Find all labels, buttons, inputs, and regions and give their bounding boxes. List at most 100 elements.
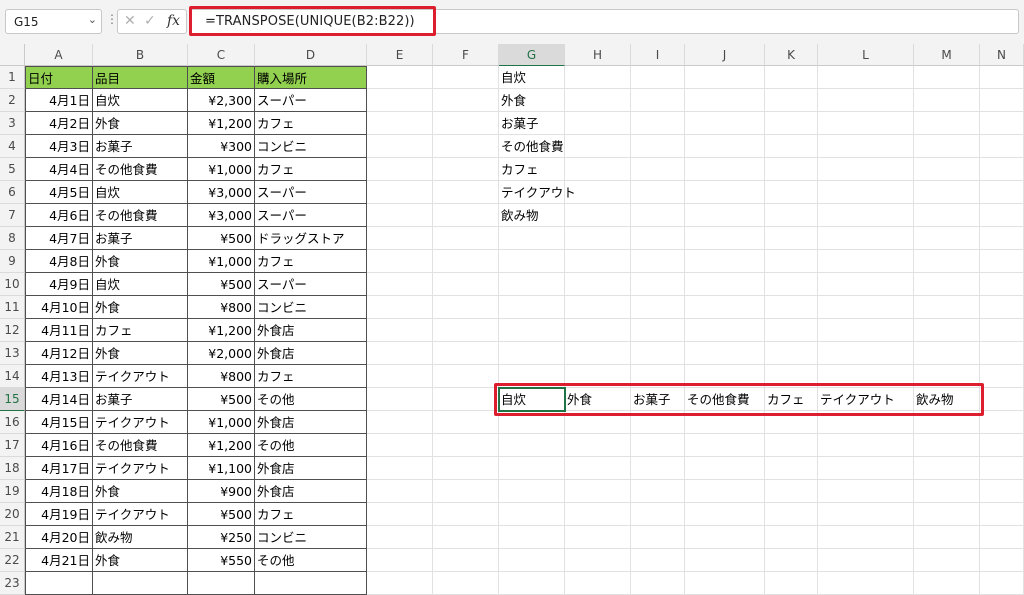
row-header-1[interactable]: 1: [0, 66, 25, 89]
row-header-17[interactable]: 17: [0, 434, 25, 457]
grid-cell[interactable]: [765, 158, 818, 181]
table-cell[interactable]: カフェ: [255, 365, 367, 388]
grid-cell[interactable]: [685, 411, 765, 434]
grid-cell[interactable]: [367, 204, 433, 227]
grid-cell[interactable]: [914, 457, 980, 480]
grid-cell[interactable]: [367, 66, 433, 89]
grid-cell[interactable]: [765, 250, 818, 273]
row-header-8[interactable]: 8: [0, 227, 25, 250]
table-cell[interactable]: コンビニ: [255, 135, 367, 158]
grid-cell[interactable]: [367, 457, 433, 480]
grid-cell[interactable]: [685, 434, 765, 457]
grid-cell[interactable]: [765, 89, 818, 112]
grid-cell[interactable]: [565, 319, 631, 342]
row-header-20[interactable]: 20: [0, 503, 25, 526]
grid-cell[interactable]: [367, 572, 433, 595]
grid-cell[interactable]: [433, 457, 499, 480]
column-header-e[interactable]: E: [367, 44, 433, 66]
grid-cell[interactable]: [565, 434, 631, 457]
table-cell[interactable]: ¥3,000: [188, 204, 255, 227]
insert-function-icon[interactable]: fx: [167, 13, 180, 29]
table-cell[interactable]: カフェ: [255, 503, 367, 526]
table-cell[interactable]: ¥2,000: [188, 342, 255, 365]
grid-cell[interactable]: [433, 365, 499, 388]
transposed-cell[interactable]: 外食: [565, 388, 631, 411]
grid-cell[interactable]: [765, 273, 818, 296]
table-cell[interactable]: お菓子: [93, 135, 188, 158]
grid-cell[interactable]: [367, 89, 433, 112]
transposed-cell[interactable]: 自炊: [499, 388, 565, 411]
row-header-23[interactable]: 23: [0, 572, 25, 595]
grid-cell[interactable]: [980, 365, 1024, 388]
grid-cell[interactable]: [980, 342, 1024, 365]
grid-cell[interactable]: [433, 480, 499, 503]
table-cell[interactable]: スーパー: [255, 89, 367, 112]
grid-cell[interactable]: [914, 250, 980, 273]
unique-list-cell[interactable]: カフェ: [499, 158, 565, 181]
grid-cell[interactable]: [685, 181, 765, 204]
row-header-2[interactable]: 2: [0, 89, 25, 112]
grid-cell[interactable]: [631, 411, 685, 434]
grid-cell[interactable]: [914, 503, 980, 526]
table-cell[interactable]: スーパー: [255, 181, 367, 204]
grid-cell[interactable]: [367, 319, 433, 342]
column-header-f[interactable]: F: [433, 44, 499, 66]
table-cell[interactable]: 4月15日: [25, 411, 93, 434]
grid-cell[interactable]: [631, 204, 685, 227]
grid-cell[interactable]: [367, 112, 433, 135]
row-header-4[interactable]: 4: [0, 135, 25, 158]
grid-cell[interactable]: [818, 480, 914, 503]
grid-cell[interactable]: [631, 296, 685, 319]
grid-cell[interactable]: [565, 296, 631, 319]
grid-cell[interactable]: [914, 296, 980, 319]
grid-cell[interactable]: [914, 66, 980, 89]
grid-cell[interactable]: [914, 526, 980, 549]
confirm-icon[interactable]: ✓: [144, 13, 156, 29]
grid-cell[interactable]: [631, 273, 685, 296]
grid-cell[interactable]: [367, 342, 433, 365]
grid-cell[interactable]: [433, 319, 499, 342]
table-cell[interactable]: ¥800: [188, 365, 255, 388]
column-header-d[interactable]: D: [255, 44, 367, 66]
grid-cell[interactable]: [685, 273, 765, 296]
table-cell[interactable]: テイクアウト: [93, 503, 188, 526]
row-header-15[interactable]: 15: [0, 388, 25, 411]
grid-cell[interactable]: [367, 227, 433, 250]
grid-cell[interactable]: [367, 250, 433, 273]
formula-input[interactable]: =TRANSPOSE(UNIQUE(B2:B22)): [190, 9, 1019, 34]
grid-cell[interactable]: [565, 112, 631, 135]
row-header-3[interactable]: 3: [0, 112, 25, 135]
grid-cell[interactable]: [433, 411, 499, 434]
table-cell[interactable]: その他食費: [93, 158, 188, 181]
table-cell[interactable]: 4月2日: [25, 112, 93, 135]
table-cell[interactable]: ¥1,200: [188, 319, 255, 342]
table-cell[interactable]: コンビニ: [255, 526, 367, 549]
grid-cell[interactable]: [631, 572, 685, 595]
grid-cell[interactable]: [765, 572, 818, 595]
table-cell[interactable]: お菓子: [93, 388, 188, 411]
grid-cell[interactable]: [818, 365, 914, 388]
grid-cell[interactable]: [631, 250, 685, 273]
grid-cell[interactable]: [818, 112, 914, 135]
table-cell[interactable]: 外食: [93, 549, 188, 572]
grid-cell[interactable]: [765, 204, 818, 227]
grid-cell[interactable]: [980, 503, 1024, 526]
grid-cell[interactable]: [685, 319, 765, 342]
grid-cell[interactable]: [980, 319, 1024, 342]
table-cell[interactable]: [25, 572, 93, 595]
grid-cell[interactable]: [818, 549, 914, 572]
unique-list-cell[interactable]: 飲み物: [499, 204, 565, 227]
grid-cell[interactable]: [914, 158, 980, 181]
grid-cell[interactable]: [499, 296, 565, 319]
grid-cell[interactable]: [433, 227, 499, 250]
grid-cell[interactable]: [765, 227, 818, 250]
table-cell[interactable]: カフェ: [93, 319, 188, 342]
table-cell[interactable]: ドラッグストア: [255, 227, 367, 250]
grid-cell[interactable]: [367, 411, 433, 434]
transposed-cell[interactable]: その他食費: [685, 388, 765, 411]
grid-cell[interactable]: [631, 503, 685, 526]
grid-cell[interactable]: [818, 526, 914, 549]
grid-cell[interactable]: [367, 549, 433, 572]
table-cell[interactable]: 4月1日: [25, 89, 93, 112]
grid-cell[interactable]: [433, 503, 499, 526]
